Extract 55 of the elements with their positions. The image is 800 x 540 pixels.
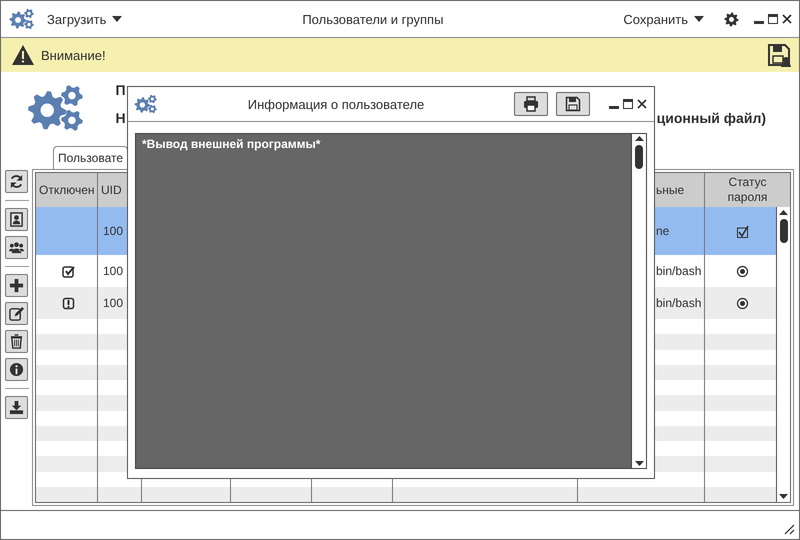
save-user-icon[interactable] bbox=[767, 43, 791, 67]
scrollbar[interactable] bbox=[631, 134, 646, 468]
contact-card-icon bbox=[9, 212, 24, 227]
settings-icon[interactable] bbox=[724, 12, 739, 26]
scroll-up-icon[interactable] bbox=[779, 210, 788, 215]
menu-button[interactable]: Сохранить bbox=[619, 10, 708, 28]
add-button[interactable] bbox=[5, 274, 28, 297]
caret-icon bbox=[694, 16, 704, 22]
edit-icon bbox=[9, 306, 24, 321]
close-icon[interactable] bbox=[781, 13, 793, 25]
info-icon bbox=[9, 362, 24, 377]
checkbox[interactable] bbox=[736, 224, 748, 238]
resize-grip-icon[interactable] bbox=[783, 523, 795, 535]
refresh-icon bbox=[9, 174, 24, 189]
info-button[interactable] bbox=[5, 358, 28, 381]
tab[interactable]: Пользовате bbox=[53, 146, 128, 169]
radio-button[interactable] bbox=[736, 296, 748, 310]
maximize-icon[interactable] bbox=[622, 98, 634, 110]
group-button[interactable] bbox=[5, 236, 28, 259]
download-icon bbox=[9, 400, 24, 415]
refresh-button[interactable] bbox=[5, 170, 28, 193]
group-icon bbox=[9, 240, 24, 255]
trash-button[interactable] bbox=[5, 330, 28, 353]
scroll-thumb[interactable] bbox=[780, 219, 788, 243]
column-header[interactable]: Статус пароля bbox=[705, 173, 790, 207]
heading-text: П bbox=[115, 82, 126, 98]
maximize-icon[interactable] bbox=[767, 13, 779, 25]
download-button[interactable] bbox=[5, 396, 28, 419]
heading-text: Н bbox=[115, 110, 126, 126]
printer-icon bbox=[523, 96, 539, 112]
window-title: Пользователи и группы bbox=[301, 12, 444, 26]
scroll-down-icon[interactable] bbox=[779, 494, 788, 499]
scrollbar[interactable] bbox=[776, 207, 790, 502]
save-button[interactable] bbox=[556, 92, 590, 116]
close-icon[interactable] bbox=[636, 98, 648, 110]
gears-icon bbox=[9, 8, 35, 30]
warning-text: Внимание! bbox=[41, 48, 106, 62]
caret-icon bbox=[112, 16, 122, 22]
warning-icon bbox=[11, 44, 35, 66]
scroll-down-icon[interactable] bbox=[634, 461, 644, 466]
menu-button[interactable]: Загрузить bbox=[43, 10, 126, 28]
check-icon bbox=[62, 264, 74, 278]
print-button[interactable] bbox=[514, 92, 548, 116]
edit-button[interactable] bbox=[5, 302, 28, 325]
dialog-title: Информация о пользователе bbox=[246, 96, 426, 112]
scroll-thumb[interactable] bbox=[635, 145, 643, 169]
alert-icon bbox=[62, 296, 74, 310]
scroll-up-icon[interactable] bbox=[634, 136, 644, 141]
add-icon bbox=[9, 278, 24, 293]
radio-button[interactable] bbox=[736, 264, 748, 278]
heading-text: ционный файл) bbox=[656, 110, 766, 126]
output-text: *Вывод внешней программы* bbox=[136, 134, 631, 468]
trash-icon bbox=[9, 334, 24, 349]
gears-icon bbox=[134, 94, 158, 114]
contact-card-button[interactable] bbox=[5, 208, 28, 231]
